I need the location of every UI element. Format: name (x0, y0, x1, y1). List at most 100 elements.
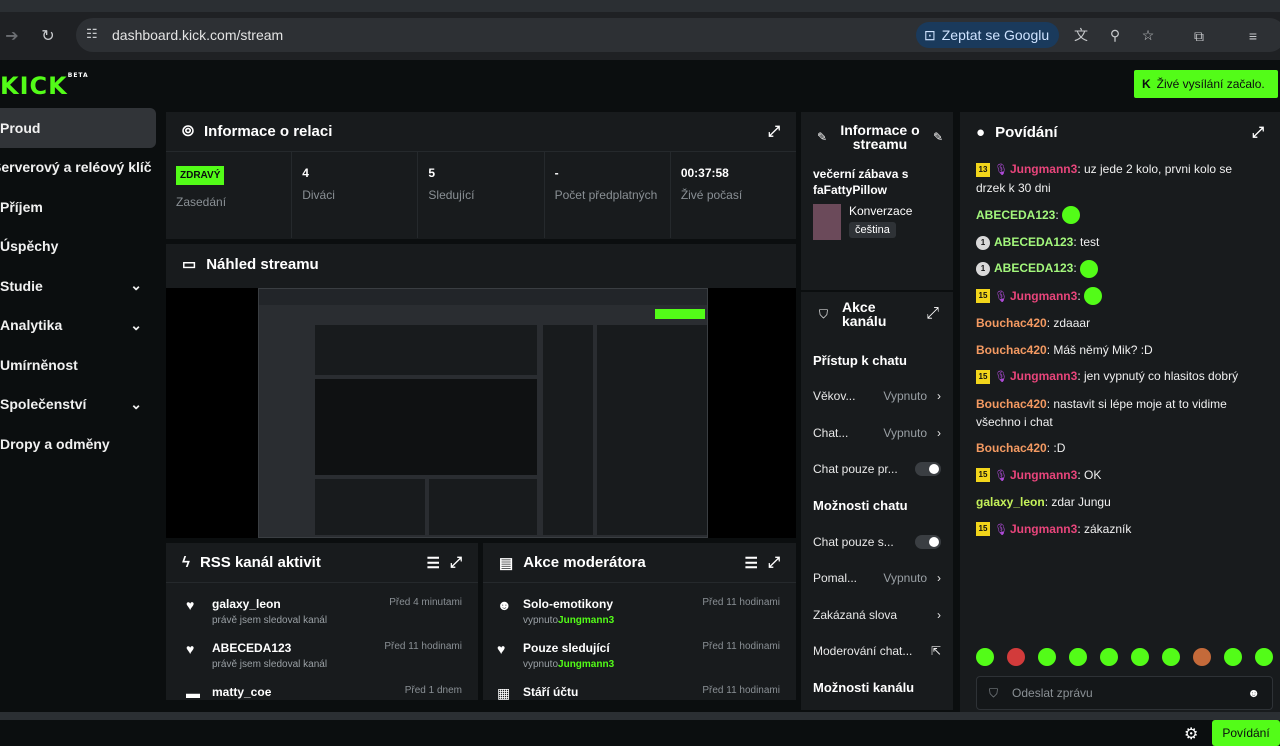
feed-user[interactable]: ABECEDA123 (212, 641, 327, 655)
chat-text: :D (1053, 441, 1066, 456)
chat-username[interactable]: ABECEDA123 (976, 208, 1055, 222)
reload-icon[interactable]: ↻ (38, 26, 58, 46)
emote-button[interactable] (1131, 648, 1149, 666)
chat-message: ABECEDA123: (960, 206, 1280, 225)
emote-button[interactable] (1224, 648, 1242, 666)
mod-actions-title: Akce moderátora (523, 554, 646, 571)
stat-uptime: 00:37:58 Živé počasí (671, 152, 796, 238)
sidebar-item-studio[interactable]: Studie ⌄ (0, 266, 156, 306)
feed-text: právě jsem sledoval kanál (212, 615, 328, 626)
url-text[interactable]: dashboard.kick.com/stream (112, 27, 283, 43)
chat-username[interactable]: ABECEDA123 (994, 261, 1073, 275)
sidebar-item-server-key[interactable]: Serverový a reléový klíč (0, 148, 156, 188)
emote-only-row: Chat pouze s... (801, 524, 953, 561)
emote-only-toggle[interactable] (915, 534, 941, 549)
sidebar-item-label: Umírněnost (0, 356, 78, 373)
chat-username[interactable]: Jungmann3 (1010, 162, 1077, 176)
broadcast-icon: ⦾ (182, 123, 195, 140)
forward-icon[interactable]: ➔ (2, 26, 22, 46)
action-value: Vypnuto (883, 425, 927, 440)
ask-google-button[interactable]: ⊡ Zeptat se Googlu (916, 22, 1060, 48)
extensions-icon[interactable]: ⧉ (1190, 27, 1208, 45)
chat-moderation-row[interactable]: Moderování chat... ⇱ (801, 633, 953, 670)
kick-logo[interactable]: KICKBETA (0, 72, 89, 100)
mod-action-time: Před 11 hodinami (702, 641, 780, 652)
popout-icon[interactable]: ⤢ (926, 305, 939, 323)
chat-username[interactable]: Bouchac420 (976, 397, 1047, 411)
mod-action-user[interactable]: Jungmann3 (558, 615, 614, 626)
sidebar-item-income[interactable]: Příjem (0, 187, 156, 227)
chat-access-row[interactable]: Chat... Vypnuto › (801, 415, 953, 452)
followers-only-toggle[interactable] (915, 462, 941, 477)
translate-icon[interactable]: 文 (1072, 26, 1090, 44)
chat-username[interactable]: Bouchac420 (976, 343, 1047, 357)
chat-username[interactable]: Jungmann3 (1010, 289, 1077, 303)
emoji-picker-icon[interactable]: ☻ (1247, 686, 1260, 700)
site-info-icon[interactable]: ☷ (86, 26, 98, 42)
stream-preview-header: ▭ Náhled streamu (166, 244, 796, 284)
zoom-icon[interactable]: ⚲ (1106, 26, 1124, 44)
bookmark-star-icon[interactable]: ☆ (1139, 26, 1157, 44)
mod-action-sub: vypnutoJungmann3 (523, 615, 614, 626)
chat-input[interactable]: ⛉ Odeslat zprávu ☻ (976, 676, 1273, 710)
mod-action-user[interactable]: Jungmann3 (558, 659, 614, 670)
chat-username[interactable]: Jungmann3 (1010, 522, 1077, 536)
reading-list-icon[interactable]: ≡ (1244, 27, 1262, 45)
preview-video[interactable] (166, 288, 796, 538)
chat-options-heading: Možnosti chatu (813, 498, 908, 513)
sidebar-item-stream[interactable]: Proud (0, 108, 156, 148)
preview-block (315, 379, 537, 475)
emote-button[interactable] (1038, 648, 1056, 666)
sidebar-item-community[interactable]: Společenství ⌄ (0, 385, 156, 425)
chat-username[interactable]: Jungmann3 (1010, 468, 1077, 482)
stat-subscriptions: - Počet předplatných (545, 152, 671, 238)
activity-feed-title: RSS kanál aktivit (199, 554, 321, 571)
popout-icon[interactable]: ⤢ (450, 554, 462, 571)
action-value: Vypnuto (883, 571, 927, 586)
chat-bubble-icon: ● (976, 123, 986, 141)
chat-username[interactable]: Bouchac420 (976, 441, 1047, 455)
emote-button[interactable] (1162, 648, 1180, 666)
chat-username[interactable]: Bouchac420 (976, 316, 1047, 330)
chat-username[interactable]: ABECEDA123 (994, 235, 1073, 249)
sidebar-item-analytics[interactable]: Analytika ⌄ (0, 306, 156, 346)
mod-action-sub: vypnutoJungmann3 (523, 659, 614, 670)
filter-icon[interactable]: ☰ (745, 554, 758, 572)
session-stats: ZDRAVÝ Zasedání 4 Diváci 5 Sledující - Počet… (166, 152, 796, 238)
sidebar-item-drops[interactable]: Dropy a odměny (0, 424, 156, 464)
emote-button[interactable] (1100, 648, 1118, 666)
age-restriction-row[interactable]: Věkov... Vypnuto › (801, 378, 953, 415)
chat-username[interactable]: galaxy_leon (976, 495, 1045, 509)
address-bar[interactable]: ☷ dashboard.kick.com/stream ⊡ Zeptat se … (76, 18, 1280, 52)
activity-feed-panel: ϟ RSS kanál aktivit ☰ ⤢ ♥ galaxy_leon práv… (166, 543, 478, 701)
sidebar-item-achievements[interactable]: Úspěchy (0, 227, 156, 267)
emote-button[interactable] (1193, 648, 1211, 666)
subscriber-badge: 15 (976, 289, 990, 304)
settings-gear-icon[interactable]: ⚙ (1184, 724, 1198, 744)
live-status-button[interactable]: K Živé vysílání začalo. (1134, 70, 1278, 98)
preview-live-badge (655, 309, 705, 319)
slow-mode-row[interactable]: Pomal... Vypnuto › (801, 560, 953, 597)
filter-icon[interactable]: ☰ (427, 554, 440, 572)
edit-icon[interactable]: ✎ (933, 130, 943, 144)
emote-button[interactable] (1007, 648, 1025, 666)
emote-button[interactable] (1069, 648, 1087, 666)
chat-username[interactable]: Jungmann3 (1010, 369, 1077, 383)
popout-icon[interactable]: ⤢ (768, 554, 780, 571)
chat-panel: ● Povídání ⤢ 13 🎙 Jungmann3: uz jede 2 kol… (960, 112, 1280, 746)
sidebar-item-label: Proud (0, 119, 41, 136)
feed-user[interactable]: matty_coe (212, 685, 271, 699)
feed-user[interactable]: galaxy_leon (212, 597, 327, 611)
preview-block (543, 325, 593, 535)
emote-button[interactable] (976, 648, 994, 666)
category-name[interactable]: Konverzace (849, 204, 912, 218)
popout-icon[interactable]: ⤢ (768, 123, 780, 140)
emote-button[interactable] (1255, 648, 1273, 666)
mic-icon: 🎙 (994, 164, 1008, 176)
banned-words-row[interactable]: Zakázaná slova › (801, 597, 953, 634)
chat-send-button[interactable]: Povídání (1212, 720, 1280, 746)
channel-actions-header: ⛉ Akce kanálu ⤢ (801, 292, 953, 336)
browser-toolbar: ➔ ↻ ☷ dashboard.kick.com/stream ⊡ Zeptat… (0, 12, 1280, 60)
sidebar-item-moderation[interactable]: Umírněnost (0, 345, 156, 385)
popout-icon[interactable]: ⤢ (1252, 124, 1264, 141)
